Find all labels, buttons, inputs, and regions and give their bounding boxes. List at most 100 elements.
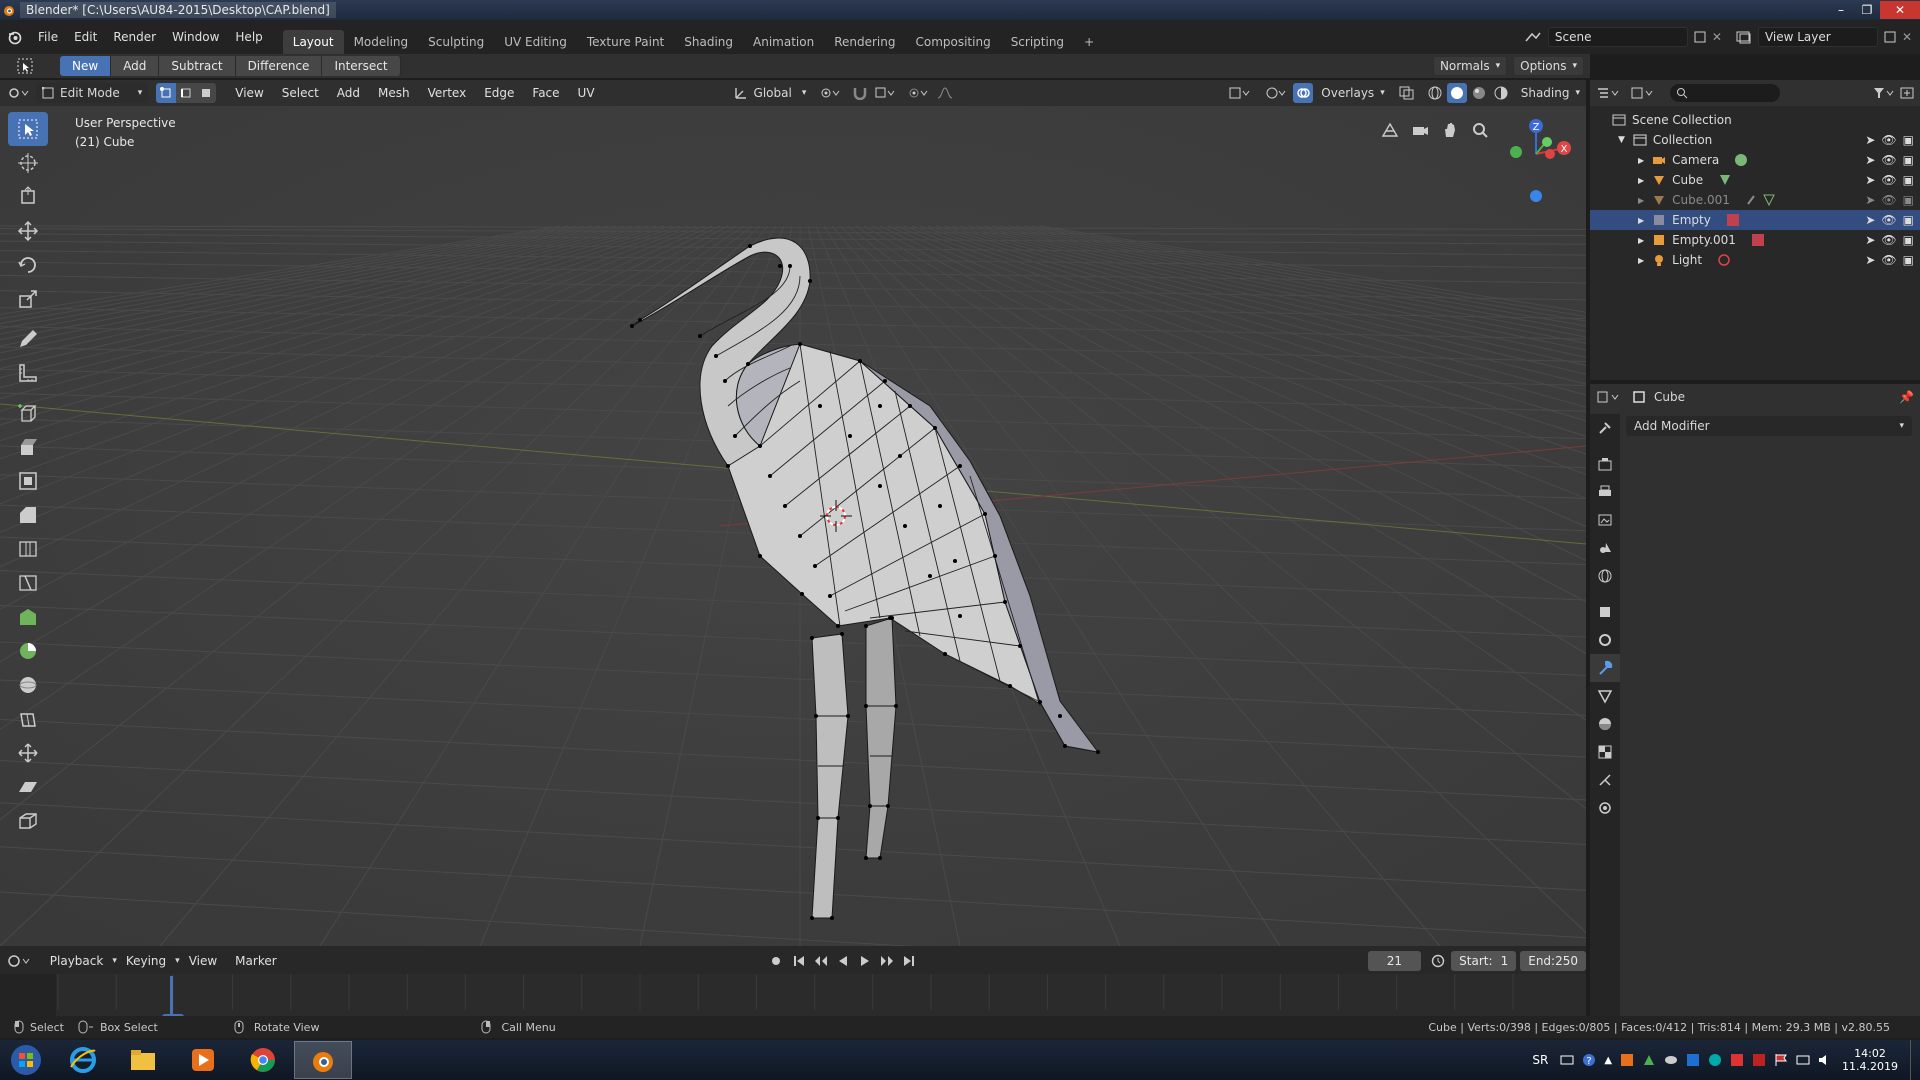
tab-output[interactable] — [1590, 478, 1620, 506]
timeline-menu-keying[interactable]: Keying — [117, 954, 175, 968]
mesh-vertex[interactable] — [748, 244, 752, 248]
chrome-icon[interactable] — [234, 1041, 292, 1079]
cube-data-icon[interactable] — [1717, 172, 1733, 188]
new-scene-icon[interactable] — [1694, 31, 1706, 43]
eye-icon[interactable]: 👁 — [1881, 193, 1896, 207]
eye-icon[interactable]: 👁 — [1881, 253, 1896, 267]
mesh-vertex[interactable] — [864, 704, 868, 708]
mesh-vertex[interactable] — [1058, 714, 1062, 718]
rendered-shading-icon[interactable] — [1491, 86, 1511, 100]
eye-icon[interactable]: 👁 — [1881, 153, 1896, 167]
mesh-vertex[interactable] — [726, 464, 730, 468]
outliner-item-cube-001[interactable]: ▶ Cube.001 ➤ 👁 ▣ — [1590, 190, 1920, 210]
edge-slide-tool[interactable] — [8, 702, 48, 736]
normals-dropdown[interactable]: Normals ▾ — [1432, 56, 1508, 76]
extrude-tool[interactable] — [8, 430, 48, 464]
flag-icon[interactable] — [1774, 1053, 1788, 1067]
menu-render[interactable]: Render — [105, 25, 164, 49]
falloff-icon[interactable] — [936, 86, 958, 100]
menu-edit[interactable]: Edit — [66, 25, 105, 49]
mesh-vertex[interactable] — [798, 534, 802, 538]
viewport-menu-mesh[interactable]: Mesh — [369, 86, 419, 100]
mesh-vertex[interactable] — [933, 426, 937, 430]
media-player-icon[interactable] — [174, 1041, 232, 1079]
add-workspace-button[interactable]: + — [1074, 30, 1104, 54]
tab-material[interactable] — [1590, 710, 1620, 738]
mesh-vertex[interactable] — [816, 816, 820, 820]
overlays-toggle-icon[interactable] — [1293, 83, 1314, 103]
mesh-vertex[interactable] — [810, 916, 814, 920]
viewport-menu-face[interactable]: Face — [523, 86, 568, 100]
outliner-item-camera[interactable]: ▶ Camera ➤ 👁 ▣ — [1590, 150, 1920, 170]
pin-icon[interactable]: 📌 — [1899, 390, 1914, 404]
pan-hand-icon[interactable] — [1440, 120, 1460, 140]
tab-world[interactable] — [1590, 562, 1620, 590]
camera-render-icon[interactable]: ▣ — [1903, 213, 1914, 227]
mesh-vertex[interactable] — [864, 624, 868, 628]
mesh-vertex[interactable] — [894, 704, 898, 708]
view-layer-selector[interactable]: View Layer — [1757, 27, 1878, 47]
outliner-search-input[interactable] — [1670, 84, 1780, 102]
mesh-vertex[interactable] — [878, 404, 882, 408]
mesh-vertex[interactable] — [886, 804, 890, 808]
delete-view-layer-icon[interactable]: ✕ — [1902, 30, 1912, 44]
proportional-edit-icon[interactable] — [908, 86, 930, 100]
expand-arrow-icon[interactable]: ▶ — [1638, 196, 1644, 205]
mesh-vertex[interactable] — [1003, 600, 1007, 604]
prev-keyframe-icon[interactable] — [812, 955, 830, 967]
timeline-menu-playback[interactable]: Playback — [41, 954, 113, 968]
shading-dropdown[interactable]: Shading — [1521, 86, 1570, 100]
material-shading-icon[interactable] — [1469, 86, 1489, 100]
scene-selector[interactable]: Scene — [1547, 27, 1688, 47]
tray-app-orange-icon[interactable] — [1620, 1053, 1634, 1067]
view-object-types-icon[interactable] — [1229, 86, 1251, 100]
tray-app-red-icon[interactable] — [1730, 1053, 1744, 1067]
collection-row[interactable]: ▼ Collection ➤ 👁 ▣ — [1590, 130, 1920, 150]
viewport-menu-view[interactable]: View — [226, 86, 272, 100]
show-desktop-button[interactable] — [1910, 1040, 1920, 1080]
mesh-vertex[interactable] — [864, 856, 868, 860]
tray-app-red2-icon[interactable] — [1752, 1053, 1766, 1067]
shear-tool[interactable] — [8, 770, 48, 804]
mesh-vertex[interactable] — [846, 714, 850, 718]
mesh-vertex[interactable] — [1008, 684, 1012, 688]
menu-file[interactable]: File — [30, 25, 66, 49]
tab-data[interactable] — [1590, 682, 1620, 710]
tab-modifiers[interactable] — [1590, 654, 1620, 682]
end-frame-field[interactable]: End: 250 — [1520, 951, 1586, 971]
properties-editor-icon[interactable] — [1596, 390, 1620, 404]
overlays-dropdown[interactable]: Overlays — [1321, 86, 1374, 100]
mesh-vertex[interactable] — [898, 454, 902, 458]
tab-rendering[interactable]: Rendering — [824, 30, 905, 54]
xray-toggle-icon[interactable] — [1399, 86, 1415, 100]
play-icon[interactable] — [856, 955, 874, 967]
cube-001-data-icon[interactable] — [1744, 192, 1778, 208]
mesh-vertex[interactable] — [810, 636, 814, 640]
expand-arrow-icon[interactable]: ▼ — [1618, 135, 1625, 145]
mesh-vertex[interactable] — [758, 554, 762, 558]
mesh-vertex[interactable] — [836, 816, 840, 820]
select-arrow-icon[interactable]: ➤ — [1865, 193, 1875, 207]
wireframe-shading-icon[interactable] — [1425, 86, 1445, 100]
mesh-vertex[interactable] — [638, 318, 642, 322]
tab-particles[interactable] — [1590, 766, 1620, 794]
inset-tool[interactable] — [8, 464, 48, 498]
mesh-vertex[interactable] — [878, 856, 882, 860]
tab-compositing[interactable]: Compositing — [905, 30, 1000, 54]
mesh-vertex[interactable] — [783, 504, 787, 508]
outliner-item-light[interactable]: ▶ Light ➤ 👁 ▣ — [1590, 250, 1920, 270]
annotate-tool[interactable] — [8, 322, 48, 356]
outliner-editor-icon[interactable] — [1596, 86, 1620, 100]
menu-window[interactable]: Window — [164, 25, 227, 49]
viewport-menu-uv[interactable]: UV — [569, 86, 604, 100]
expand-arrow-icon[interactable]: ▶ — [1638, 236, 1644, 245]
tab-texture-paint[interactable]: Texture Paint — [577, 30, 674, 54]
tab-constraints[interactable] — [1590, 626, 1620, 654]
options-dropdown[interactable]: Options ▾ — [1513, 56, 1584, 76]
delete-scene-icon[interactable]: ✕ — [1712, 30, 1722, 44]
camera-render-icon[interactable]: ▣ — [1903, 193, 1914, 207]
mesh-vertex[interactable] — [938, 504, 942, 508]
mesh-vertex[interactable] — [983, 512, 987, 516]
mesh-vertex[interactable] — [714, 354, 718, 358]
viewport-menu-vertex[interactable]: Vertex — [419, 86, 476, 100]
